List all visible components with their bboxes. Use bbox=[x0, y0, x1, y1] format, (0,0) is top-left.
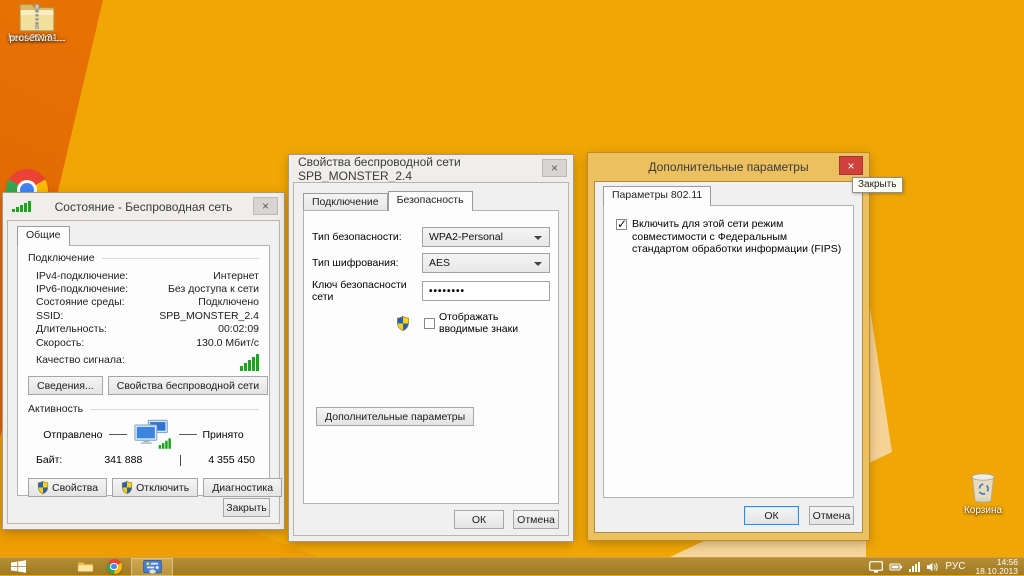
status-row: Длительность: 00:02:09 bbox=[36, 323, 259, 336]
divider bbox=[180, 454, 182, 466]
wireless-properties-button[interactable]: Свойства беспроводной сети bbox=[107, 376, 269, 396]
tab-page: Подключение IPv4-подключение: Интернет IP… bbox=[17, 245, 283, 498]
activity-group-label: Активность bbox=[28, 403, 259, 415]
recycle-bin-icon bbox=[971, 472, 995, 503]
bytes-sent-value: 341 888 bbox=[104, 454, 143, 467]
start-button[interactable] bbox=[0, 558, 36, 576]
adapter-properties-button[interactable]: Свойства bbox=[28, 478, 108, 498]
close-icon[interactable]: × bbox=[839, 156, 863, 175]
close-tooltip: Закрыть bbox=[852, 177, 903, 193]
bytes-received-value: 4 355 450 bbox=[208, 454, 255, 467]
cancel-button[interactable]: Отмена bbox=[809, 506, 854, 525]
windows-logo-icon bbox=[10, 560, 26, 573]
folder-icon bbox=[77, 562, 93, 572]
tab-page: Включить для этой сети режим совместимос… bbox=[603, 205, 854, 498]
dialog-body: Общие Подключение IPv4-подключение: Интер… bbox=[7, 220, 283, 524]
tab-80211-parameters[interactable]: Параметры 802.11 bbox=[603, 186, 712, 206]
zip-folder-icon bbox=[19, 2, 55, 32]
sent-label: Отправлено bbox=[43, 428, 103, 441]
network-key-label: Ключ безопасности сети bbox=[312, 279, 407, 303]
language-indicator[interactable]: РУС bbox=[945, 561, 965, 572]
dialog-body: Параметры 802.11 Включить для этой сети … bbox=[594, 181, 863, 533]
windows-desktop: { "desktop": { "icon1_label": "heci-2013… bbox=[0, 0, 1024, 576]
fips-checkbox[interactable] bbox=[616, 217, 627, 231]
titlebar[interactable]: Дополнительные параметры × bbox=[594, 153, 863, 181]
desktop-icon-prosetwm-zip[interactable]: prosetwm-... bbox=[0, 0, 74, 44]
close-icon[interactable]: × bbox=[253, 197, 278, 215]
close-button[interactable]: Закрыть bbox=[223, 498, 270, 517]
tab-general[interactable]: Общие bbox=[17, 226, 70, 246]
desktop-icon-recycle-bin[interactable]: Корзина bbox=[946, 471, 1020, 516]
titlebar[interactable]: Свойства беспроводной сети SPB_MONSTER_2… bbox=[293, 154, 569, 183]
status-row: Скорость: 130.0 Мбит/с bbox=[36, 336, 259, 349]
dash bbox=[178, 434, 197, 436]
status-row: IPv6-подключение: Без доступа к сети bbox=[36, 283, 259, 296]
connection-group-label: Подключение bbox=[28, 252, 259, 264]
show-characters-checkbox[interactable] bbox=[424, 317, 435, 329]
window-title: Дополнительные параметры bbox=[648, 160, 809, 174]
status-row: IPv4-подключение: Интернет bbox=[36, 269, 259, 282]
tray-power-icon[interactable] bbox=[889, 561, 903, 573]
system-tray: РУС 14:56 18.10.2013 bbox=[869, 558, 1024, 575]
uac-shield-icon bbox=[396, 316, 410, 331]
status-row: SSID: SPB_MONSTER_2.4 bbox=[36, 309, 259, 322]
taskbar-network-settings-active[interactable] bbox=[131, 557, 173, 576]
taskbar: РУС 14:56 18.10.2013 bbox=[0, 557, 1024, 576]
ok-button[interactable]: ОК bbox=[454, 510, 504, 529]
chrome-icon bbox=[106, 559, 122, 574]
network-key-input[interactable]: •••••••• bbox=[422, 281, 550, 301]
desktop-icon-label: prosetwm-... bbox=[9, 33, 65, 44]
wireless-properties-window: Свойства беспроводной сети SPB_MONSTER_2… bbox=[288, 154, 574, 542]
dialog-body: Подключение Безопасность Тип безопасност… bbox=[293, 182, 569, 536]
tab-connection[interactable]: Подключение bbox=[303, 193, 388, 210]
disable-button[interactable]: Отключить bbox=[112, 478, 199, 498]
signal-quality-icon bbox=[240, 354, 259, 372]
advanced-settings-window: Дополнительные параметры × Параметры 802… bbox=[587, 152, 870, 541]
details-button[interactable]: Сведения... bbox=[28, 376, 103, 396]
window-title: Состояние - Беспроводная сеть bbox=[54, 199, 233, 214]
tray-network-icon[interactable] bbox=[909, 561, 921, 572]
security-type-label: Тип безопасности: bbox=[312, 231, 402, 243]
titlebar[interactable]: Состояние - Беспроводная сеть × bbox=[7, 193, 280, 220]
tab-page: Тип безопасности: WPA2-Personal Тип шифр… bbox=[303, 210, 559, 504]
desktop-icon-label: Корзина bbox=[963, 505, 1003, 516]
fips-checkbox-label: Включить для этой сети режим совместимос… bbox=[632, 218, 842, 255]
taskbar-chrome[interactable] bbox=[100, 558, 128, 576]
encryption-type-label: Тип шифрования: bbox=[312, 257, 399, 269]
window-title: Свойства беспроводной сети SPB_MONSTER_2… bbox=[298, 154, 461, 183]
uac-shield-icon bbox=[37, 481, 49, 494]
cancel-button[interactable]: Отмена bbox=[513, 510, 559, 529]
bytes-row: Байт: 341 888 4 355 450 bbox=[36, 454, 255, 467]
clock[interactable]: 14:56 18.10.2013 bbox=[971, 558, 1018, 575]
tab-security[interactable]: Безопасность bbox=[387, 191, 473, 211]
tray-monitor-icon[interactable] bbox=[869, 560, 884, 573]
network-activity-icon bbox=[133, 420, 171, 450]
dash bbox=[108, 434, 127, 436]
wireless-status-window: Состояние - Беспроводная сеть × Общие По… bbox=[2, 192, 285, 530]
control-panel-window-icon bbox=[142, 559, 162, 574]
close-icon[interactable]: × bbox=[542, 159, 567, 177]
tabstrip: Общие bbox=[17, 225, 70, 246]
advanced-settings-button[interactable]: Дополнительные параметры bbox=[316, 407, 475, 426]
show-characters-label: Отображать вводимые знаки bbox=[439, 311, 519, 335]
uac-shield-icon bbox=[121, 481, 133, 494]
taskbar-file-explorer[interactable] bbox=[70, 558, 100, 576]
tabstrip: Подключение Безопасность bbox=[303, 190, 473, 211]
ok-button[interactable]: ОК bbox=[744, 506, 799, 525]
tray-volume-icon[interactable] bbox=[926, 561, 939, 573]
clock-date: 18.10.2013 bbox=[975, 565, 1018, 576]
security-type-select[interactable]: WPA2-Personal bbox=[422, 227, 550, 247]
received-label: Принято bbox=[202, 428, 244, 441]
encryption-type-select[interactable]: AES bbox=[422, 253, 550, 273]
status-row: Состояние среды: Подключено bbox=[36, 296, 259, 309]
tabstrip: Параметры 802.11 bbox=[603, 185, 712, 206]
diagnostics-button[interactable]: Диагностика bbox=[203, 478, 283, 498]
signal-quality-row: Качество сигнала: bbox=[36, 349, 259, 372]
